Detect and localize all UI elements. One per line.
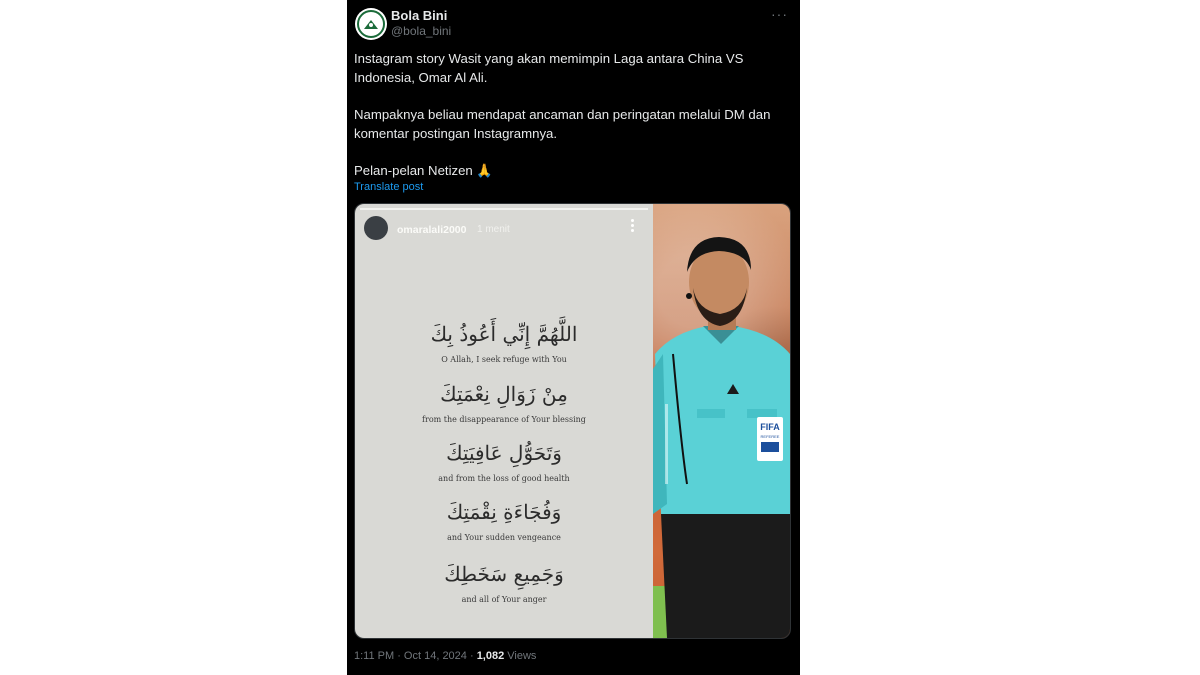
author-handle[interactable]: @bola_bini	[391, 24, 451, 38]
verse-arabic: اللَّهُمَّ إِنِّي أَعُوذُ بِكَ	[430, 322, 578, 346]
post-paragraph: Instagram story Wasit yang akan memimpin…	[354, 51, 744, 85]
verse-block: مِنْ زَوَالِ نِعْمَتِكَ from the disappe…	[355, 382, 653, 424]
post-timestamp[interactable]: 1:11 PM · Oct 14, 2024 ·	[354, 650, 477, 662]
post-meta: 1:11 PM · Oct 14, 2024 · 1,082 Views	[354, 650, 536, 662]
avatar[interactable]	[355, 8, 387, 40]
fifa-badge: FIFA REFEREE	[757, 417, 783, 461]
story-time: 1 menit	[477, 224, 510, 235]
tweet-card: Bola Bini @bola_bini ··· Instagram story…	[347, 0, 800, 675]
verse-block: وَتَحَوُّلِ عَافِيَتِكَ and from the los…	[355, 441, 653, 483]
post-paragraph: Nampaknya beliau mendapat ancaman dan pe…	[354, 107, 771, 141]
story-progress-bar	[360, 208, 648, 210]
instagram-story-screenshot: omaralali2000 1 menit اللَّهُمَّ إِنِّي …	[355, 204, 653, 638]
verse-block: وَجَمِيعِ سَخَطِكَ and all of Your anger	[355, 562, 653, 604]
fifa-badge-subtext: REFEREE	[760, 434, 780, 439]
story-username: omaralali2000	[397, 224, 467, 236]
badge-stripe	[761, 442, 779, 452]
post-media[interactable]: omaralali2000 1 menit اللَّهُمَّ إِنِّي …	[354, 203, 791, 639]
more-options-icon[interactable]: ···	[771, 6, 788, 22]
post-paragraph: Pelan-pelan Netizen 🙏	[354, 163, 493, 178]
verse-arabic: وَتَحَوُّلِ عَافِيَتِكَ	[446, 441, 562, 465]
post-text: Instagram story Wasit yang akan memimpin…	[354, 49, 784, 180]
verse-block: وَفُجَاءَةِ نِقْمَتِكَ and Your sudden v…	[355, 500, 653, 542]
fifa-badge-text: FIFA	[760, 422, 780, 432]
views-count: 1,082	[476, 650, 505, 662]
story-avatar	[364, 216, 388, 240]
verse-english: and from the loss of good health	[438, 474, 570, 483]
verse-arabic: مِنْ زَوَالِ نِعْمَتِكَ	[440, 382, 568, 406]
verse-arabic: وَجَمِيعِ سَخَطِكَ	[444, 562, 564, 586]
verse-english: O Allah, I seek refuge with You	[441, 355, 567, 364]
verse-english: and all of Your anger	[461, 595, 547, 604]
translate-post-link[interactable]: Translate post	[354, 181, 423, 193]
author-name[interactable]: Bola Bini	[391, 8, 447, 23]
verse-english: from the disappearance of Your blessing	[422, 415, 586, 424]
logo-icon	[364, 20, 378, 29]
verse-english: and Your sudden vengeance	[447, 533, 561, 542]
views-label: Views	[504, 650, 537, 662]
story-menu-icon	[631, 219, 635, 233]
verse-block: اللَّهُمَّ إِنِّي أَعُوذُ بِكَ O Allah, …	[355, 322, 653, 364]
referee-photo: FIFA REFEREE	[653, 204, 790, 638]
verse-arabic: وَفُجَاءَةِ نِقْمَتِكَ	[446, 500, 562, 524]
